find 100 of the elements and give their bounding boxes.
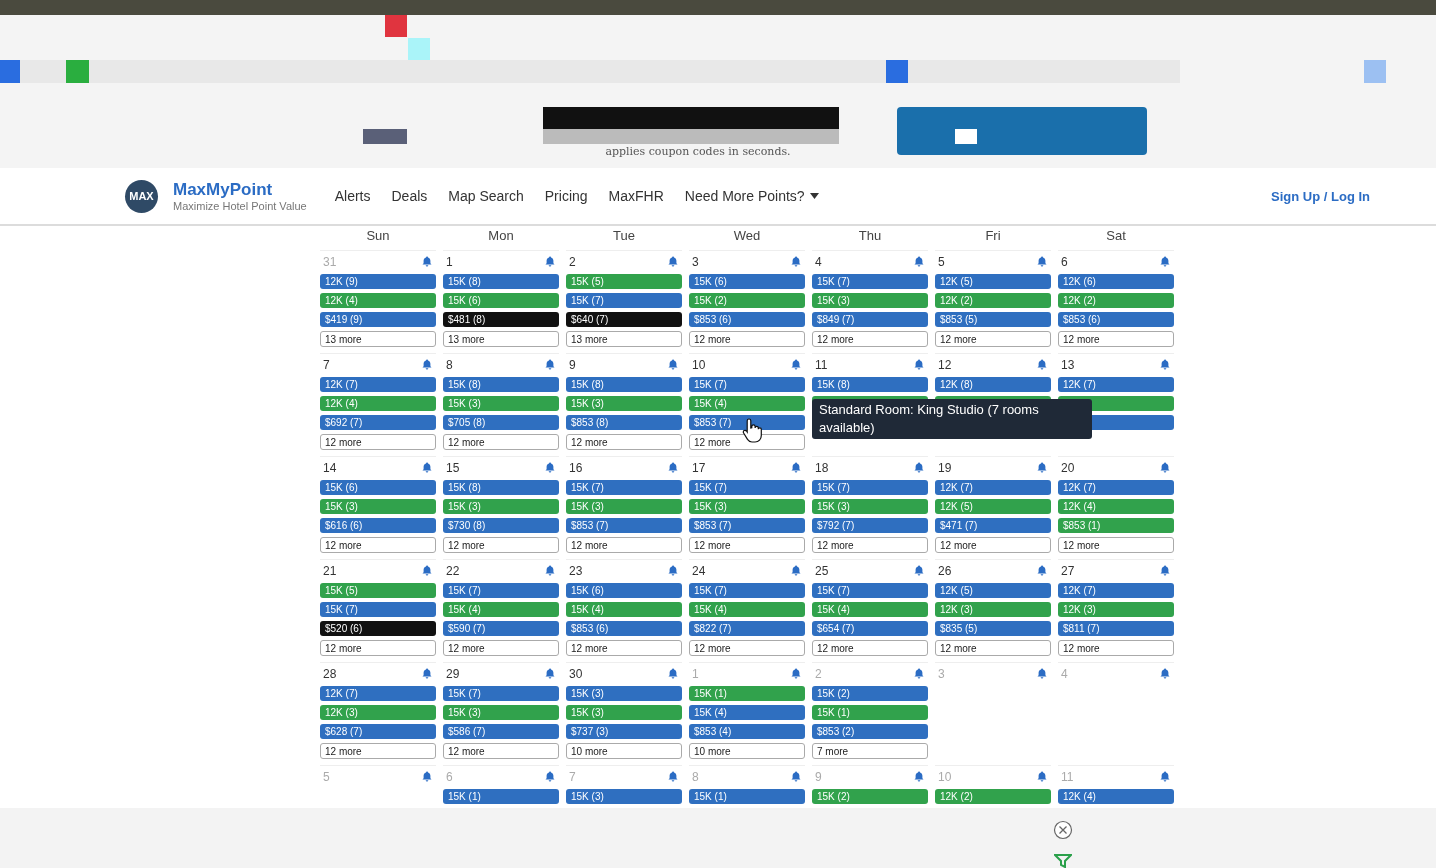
- availability-tag[interactable]: 15K (2): [689, 293, 805, 308]
- availability-tag[interactable]: $616 (6): [320, 518, 436, 533]
- bell-icon[interactable]: [422, 359, 432, 370]
- availability-tag[interactable]: 15K (7): [812, 274, 928, 289]
- bell-icon[interactable]: [422, 668, 432, 679]
- availability-tag[interactable]: 15K (1): [689, 789, 805, 804]
- availability-tag[interactable]: 12K (7): [1058, 377, 1174, 392]
- availability-tag[interactable]: $654 (7): [812, 621, 928, 636]
- availability-tag[interactable]: $853 (6): [689, 312, 805, 327]
- availability-tag[interactable]: 15K (3): [443, 396, 559, 411]
- availability-tag[interactable]: 15K (3): [812, 499, 928, 514]
- availability-tag[interactable]: 15K (2): [812, 789, 928, 804]
- availability-tag[interactable]: 15K (7): [689, 480, 805, 495]
- availability-tag[interactable]: $853 (5): [935, 312, 1051, 327]
- availability-tag[interactable]: 15K (7): [566, 480, 682, 495]
- more-button[interactable]: 12 more: [935, 331, 1051, 347]
- availability-tag[interactable]: $640 (7): [566, 312, 682, 327]
- availability-tag[interactable]: $853 (6): [1058, 312, 1174, 327]
- bell-icon[interactable]: [1037, 256, 1047, 267]
- availability-tag[interactable]: 12K (5): [935, 583, 1051, 598]
- availability-tag[interactable]: 12K (2): [1058, 293, 1174, 308]
- availability-tag[interactable]: 15K (3): [812, 293, 928, 308]
- availability-tag[interactable]: 12K (3): [1058, 602, 1174, 617]
- bell-icon[interactable]: [422, 565, 432, 576]
- availability-tag[interactable]: $586 (7): [443, 724, 559, 739]
- more-button[interactable]: 10 more: [566, 743, 682, 759]
- availability-tag[interactable]: $628 (7): [320, 724, 436, 739]
- availability-tag[interactable]: $737 (3): [566, 724, 682, 739]
- availability-tag[interactable]: $692 (7): [320, 415, 436, 430]
- nav-link[interactable]: Deals: [391, 188, 428, 204]
- more-button[interactable]: 12 more: [1058, 331, 1174, 347]
- availability-tag[interactable]: 12K (9): [320, 274, 436, 289]
- more-button[interactable]: 12 more: [689, 537, 805, 553]
- availability-tag[interactable]: 15K (6): [566, 583, 682, 598]
- bell-icon[interactable]: [914, 359, 924, 370]
- bell-icon[interactable]: [914, 565, 924, 576]
- availability-tag[interactable]: 15K (3): [566, 686, 682, 701]
- more-button[interactable]: 12 more: [1058, 537, 1174, 553]
- availability-tag[interactable]: 15K (3): [566, 705, 682, 720]
- bell-icon[interactable]: [914, 256, 924, 267]
- bell-icon[interactable]: [791, 771, 801, 782]
- availability-tag[interactable]: 15K (6): [320, 480, 436, 495]
- availability-tag[interactable]: $705 (8): [443, 415, 559, 430]
- availability-tag[interactable]: $853 (1): [1058, 518, 1174, 533]
- bell-icon[interactable]: [422, 771, 432, 782]
- bell-icon[interactable]: [545, 565, 555, 576]
- bell-icon[interactable]: [545, 462, 555, 473]
- availability-tag[interactable]: 12K (2): [935, 293, 1051, 308]
- bell-icon[interactable]: [668, 359, 678, 370]
- availability-tag[interactable]: 12K (4): [320, 293, 436, 308]
- availability-tag[interactable]: $853 (7): [689, 518, 805, 533]
- availability-tag[interactable]: 15K (4): [443, 602, 559, 617]
- more-button[interactable]: 13 more: [566, 331, 682, 347]
- bell-icon[interactable]: [914, 668, 924, 679]
- availability-tag[interactable]: $822 (7): [689, 621, 805, 636]
- bell-icon[interactable]: [545, 256, 555, 267]
- bell-icon[interactable]: [791, 668, 801, 679]
- availability-tag[interactable]: 15K (3): [566, 789, 682, 804]
- more-button[interactable]: 12 more: [935, 537, 1051, 553]
- availability-tag[interactable]: 15K (7): [812, 480, 928, 495]
- more-button[interactable]: 12 more: [443, 640, 559, 656]
- bell-icon[interactable]: [1160, 668, 1170, 679]
- bell-icon[interactable]: [668, 565, 678, 576]
- bell-icon[interactable]: [1037, 359, 1047, 370]
- more-button[interactable]: 13 more: [443, 331, 559, 347]
- availability-tag[interactable]: 15K (4): [566, 602, 682, 617]
- availability-tag[interactable]: 12K (4): [1058, 499, 1174, 514]
- bell-icon[interactable]: [668, 256, 678, 267]
- more-button[interactable]: 12 more: [320, 743, 436, 759]
- availability-tag[interactable]: 12K (2): [935, 789, 1051, 804]
- availability-tag[interactable]: 12K (7): [935, 480, 1051, 495]
- more-button[interactable]: 12 more: [1058, 640, 1174, 656]
- availability-tag[interactable]: $419 (9): [320, 312, 436, 327]
- availability-tag[interactable]: 12K (6): [1058, 274, 1174, 289]
- bell-icon[interactable]: [1037, 771, 1047, 782]
- bell-icon[interactable]: [1160, 256, 1170, 267]
- bell-icon[interactable]: [791, 462, 801, 473]
- availability-tag[interactable]: 12K (3): [320, 705, 436, 720]
- availability-tag[interactable]: 15K (7): [566, 293, 682, 308]
- more-button[interactable]: 12 more: [935, 640, 1051, 656]
- bell-icon[interactable]: [545, 771, 555, 782]
- availability-tag[interactable]: $853 (7): [566, 518, 682, 533]
- availability-tag[interactable]: 15K (7): [689, 377, 805, 392]
- availability-tag[interactable]: 15K (4): [689, 396, 805, 411]
- availability-tag[interactable]: 15K (4): [689, 705, 805, 720]
- availability-tag[interactable]: 15K (3): [443, 705, 559, 720]
- availability-tag[interactable]: 15K (3): [443, 499, 559, 514]
- availability-tag[interactable]: 15K (8): [812, 377, 928, 392]
- availability-tag[interactable]: 12K (3): [935, 602, 1051, 617]
- bell-icon[interactable]: [1160, 771, 1170, 782]
- availability-tag[interactable]: $481 (8): [443, 312, 559, 327]
- availability-tag[interactable]: 15K (3): [689, 499, 805, 514]
- logo[interactable]: MAX: [125, 179, 158, 213]
- availability-tag[interactable]: $590 (7): [443, 621, 559, 636]
- availability-tag[interactable]: 15K (8): [443, 480, 559, 495]
- more-button[interactable]: 10 more: [689, 743, 805, 759]
- bell-icon[interactable]: [1160, 565, 1170, 576]
- availability-tag[interactable]: 15K (7): [812, 583, 928, 598]
- bell-icon[interactable]: [1037, 668, 1047, 679]
- more-button[interactable]: 12 more: [812, 537, 928, 553]
